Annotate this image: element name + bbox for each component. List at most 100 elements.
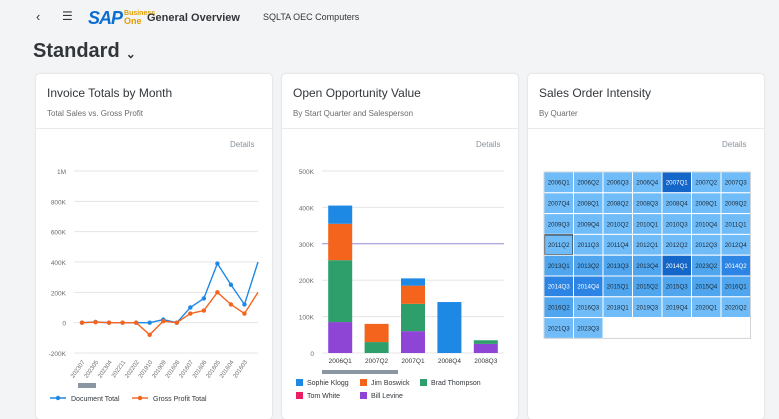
data-point[interactable] xyxy=(93,320,98,325)
sap-logo[interactable]: SAP Business One xyxy=(88,9,155,27)
card-sales-order-intensity[interactable]: Sales Order Intensity By Quarter Details… xyxy=(528,74,764,419)
bar-segment[interactable] xyxy=(328,205,353,224)
heatmap-cell xyxy=(720,317,751,339)
bar-segment[interactable] xyxy=(364,323,389,343)
x-tick-label: 2007Q1 xyxy=(401,358,425,365)
series-line xyxy=(81,291,259,336)
heatmap-cell-label: 2010Q3 xyxy=(666,221,689,228)
bar-segment[interactable] xyxy=(328,223,353,261)
heatmap-cell-label: 2011Q1 xyxy=(725,221,747,228)
heatmap-cell-label: 2007Q2 xyxy=(695,180,718,187)
data-point[interactable] xyxy=(188,305,193,310)
bar-segment[interactable] xyxy=(328,260,353,323)
data-point[interactable] xyxy=(201,296,207,301)
heatmap-cell-label: 2007Q4 xyxy=(548,201,571,208)
y-tick-label: 100K xyxy=(299,315,315,322)
heatmap-cell-label: 2014Q3 xyxy=(548,284,571,291)
heatmap-cell-label: 2013Q4 xyxy=(636,263,659,270)
heatmap-cell-label: 2006Q2 xyxy=(577,180,600,187)
bar-segment[interactable] xyxy=(401,278,425,286)
heatmap-cell-label: 2016Q2 xyxy=(548,305,571,312)
heatmap-cell-label: 2015Q4 xyxy=(695,284,718,291)
shell-header: ‹ ☰ SAP Business One General Overview SQ… xyxy=(0,0,779,38)
variant-selector[interactable]: Standard ⌄ xyxy=(33,40,136,63)
data-point[interactable] xyxy=(133,320,139,325)
legend-label: Tom White xyxy=(307,393,340,400)
y-tick-label: 0 xyxy=(62,321,66,328)
y-tick-label: 300K xyxy=(299,242,315,249)
heatmap-cell-label: 2012Q3 xyxy=(695,242,718,249)
data-point[interactable] xyxy=(228,302,234,307)
app-shell: ‹ ☰ SAP Business One General Overview SQ… xyxy=(0,0,779,419)
legend-label: Sophie Klogg xyxy=(307,380,349,387)
bar-segment[interactable] xyxy=(437,302,462,353)
variant-label: Standard xyxy=(33,40,120,62)
data-point[interactable] xyxy=(147,320,152,325)
data-point[interactable] xyxy=(201,308,207,313)
data-point[interactable] xyxy=(215,290,220,295)
legend-swatch xyxy=(360,379,367,386)
heatmap-cell-label: 2006Q1 xyxy=(548,180,571,187)
y-tick-label: 400K xyxy=(299,205,315,212)
bar-segment[interactable] xyxy=(473,340,498,344)
heatmap-cell xyxy=(632,317,663,339)
bar-segment[interactable] xyxy=(401,303,425,332)
data-point[interactable] xyxy=(188,311,193,316)
chart-scrollbar[interactable] xyxy=(322,370,398,374)
heatmap-cell-label: 2019Q3 xyxy=(636,305,659,312)
heatmap-cell-label: 2012Q1 xyxy=(636,242,659,249)
heatmap-cell xyxy=(661,317,692,339)
data-point[interactable] xyxy=(215,261,220,266)
bar-segment[interactable] xyxy=(401,331,425,353)
heatmap-cell xyxy=(691,317,722,339)
heatmap-cell-label: 2014Q4 xyxy=(577,284,600,291)
legend-swatch xyxy=(420,379,427,386)
card-invoice-totals[interactable]: Invoice Totals by Month Total Sales vs. … xyxy=(36,74,272,419)
heatmap-cell-label: 2010Q4 xyxy=(695,221,718,228)
back-icon[interactable]: ‹ xyxy=(36,9,40,24)
heatmap-cell-label: 2008Q4 xyxy=(666,201,689,208)
data-point[interactable] xyxy=(242,302,247,307)
data-point[interactable] xyxy=(242,311,247,316)
bar-segment[interactable] xyxy=(364,342,389,353)
heatmap-cell-label: 2010Q1 xyxy=(636,221,659,228)
heatmap-cell-label: 2009Q1 xyxy=(695,201,718,208)
stacked-bar-chart: 500K 400K 300K 200K 100K 0 2006Q1 2007Q2 2007Q1 2… xyxy=(296,169,504,400)
logo-text: SAP xyxy=(88,8,123,28)
data-point[interactable] xyxy=(79,320,85,325)
data-point[interactable] xyxy=(228,282,234,287)
company-name: SQLTA OEC Computers xyxy=(263,12,360,22)
heatmap-cell-label: 2015Q1 xyxy=(607,284,630,291)
heatmap-cell-label: 2023Q3 xyxy=(577,325,600,332)
heatmap-cell-label: 2014Q1 xyxy=(666,263,689,270)
data-point[interactable] xyxy=(120,320,125,325)
card-open-opportunity[interactable]: Open Opportunity Value By Start Quarter … xyxy=(282,74,518,419)
x-tick-label: 2007Q2 xyxy=(365,358,389,365)
legend-label: Bill Levine xyxy=(371,393,403,400)
y-tick-label: -200K xyxy=(49,351,67,358)
bar-segment[interactable] xyxy=(473,343,498,353)
data-point[interactable] xyxy=(174,320,179,325)
heatmap-cell-label: 2008Q2 xyxy=(607,201,630,208)
heatmap-cell-label: 2016Q1 xyxy=(725,284,748,291)
heatmap-cell-label: 2012Q4 xyxy=(725,242,748,249)
y-tick-label: 800K xyxy=(51,199,67,206)
data-point[interactable] xyxy=(106,320,112,325)
bar-segment[interactable] xyxy=(401,285,425,304)
line-chart: 1M800K600K400K200K0-200K2023072023052023… xyxy=(49,169,259,403)
bar-segment[interactable] xyxy=(328,322,353,353)
data-point[interactable] xyxy=(147,332,152,337)
heatmap-cell-label: 2020Q1 xyxy=(695,305,718,312)
y-tick-label: 200K xyxy=(51,290,67,297)
heatmap-cell-label: 2020Q2 xyxy=(725,305,748,312)
heatmap-cell-label: 2019Q4 xyxy=(666,305,689,312)
data-point[interactable] xyxy=(161,318,166,324)
chart-scrollbar[interactable] xyxy=(78,383,96,388)
heatmap-cell-label: 2013Q2 xyxy=(577,263,600,270)
heatmap-cell-label: 2012Q2 xyxy=(666,242,689,249)
page-title: General Overview xyxy=(147,12,240,24)
legend-swatch xyxy=(360,392,367,399)
menu-icon[interactable]: ☰ xyxy=(62,9,73,23)
heatmap-cell-label: 2023Q2 xyxy=(695,263,718,270)
heatmap-cell-label: 2015Q3 xyxy=(666,284,689,291)
